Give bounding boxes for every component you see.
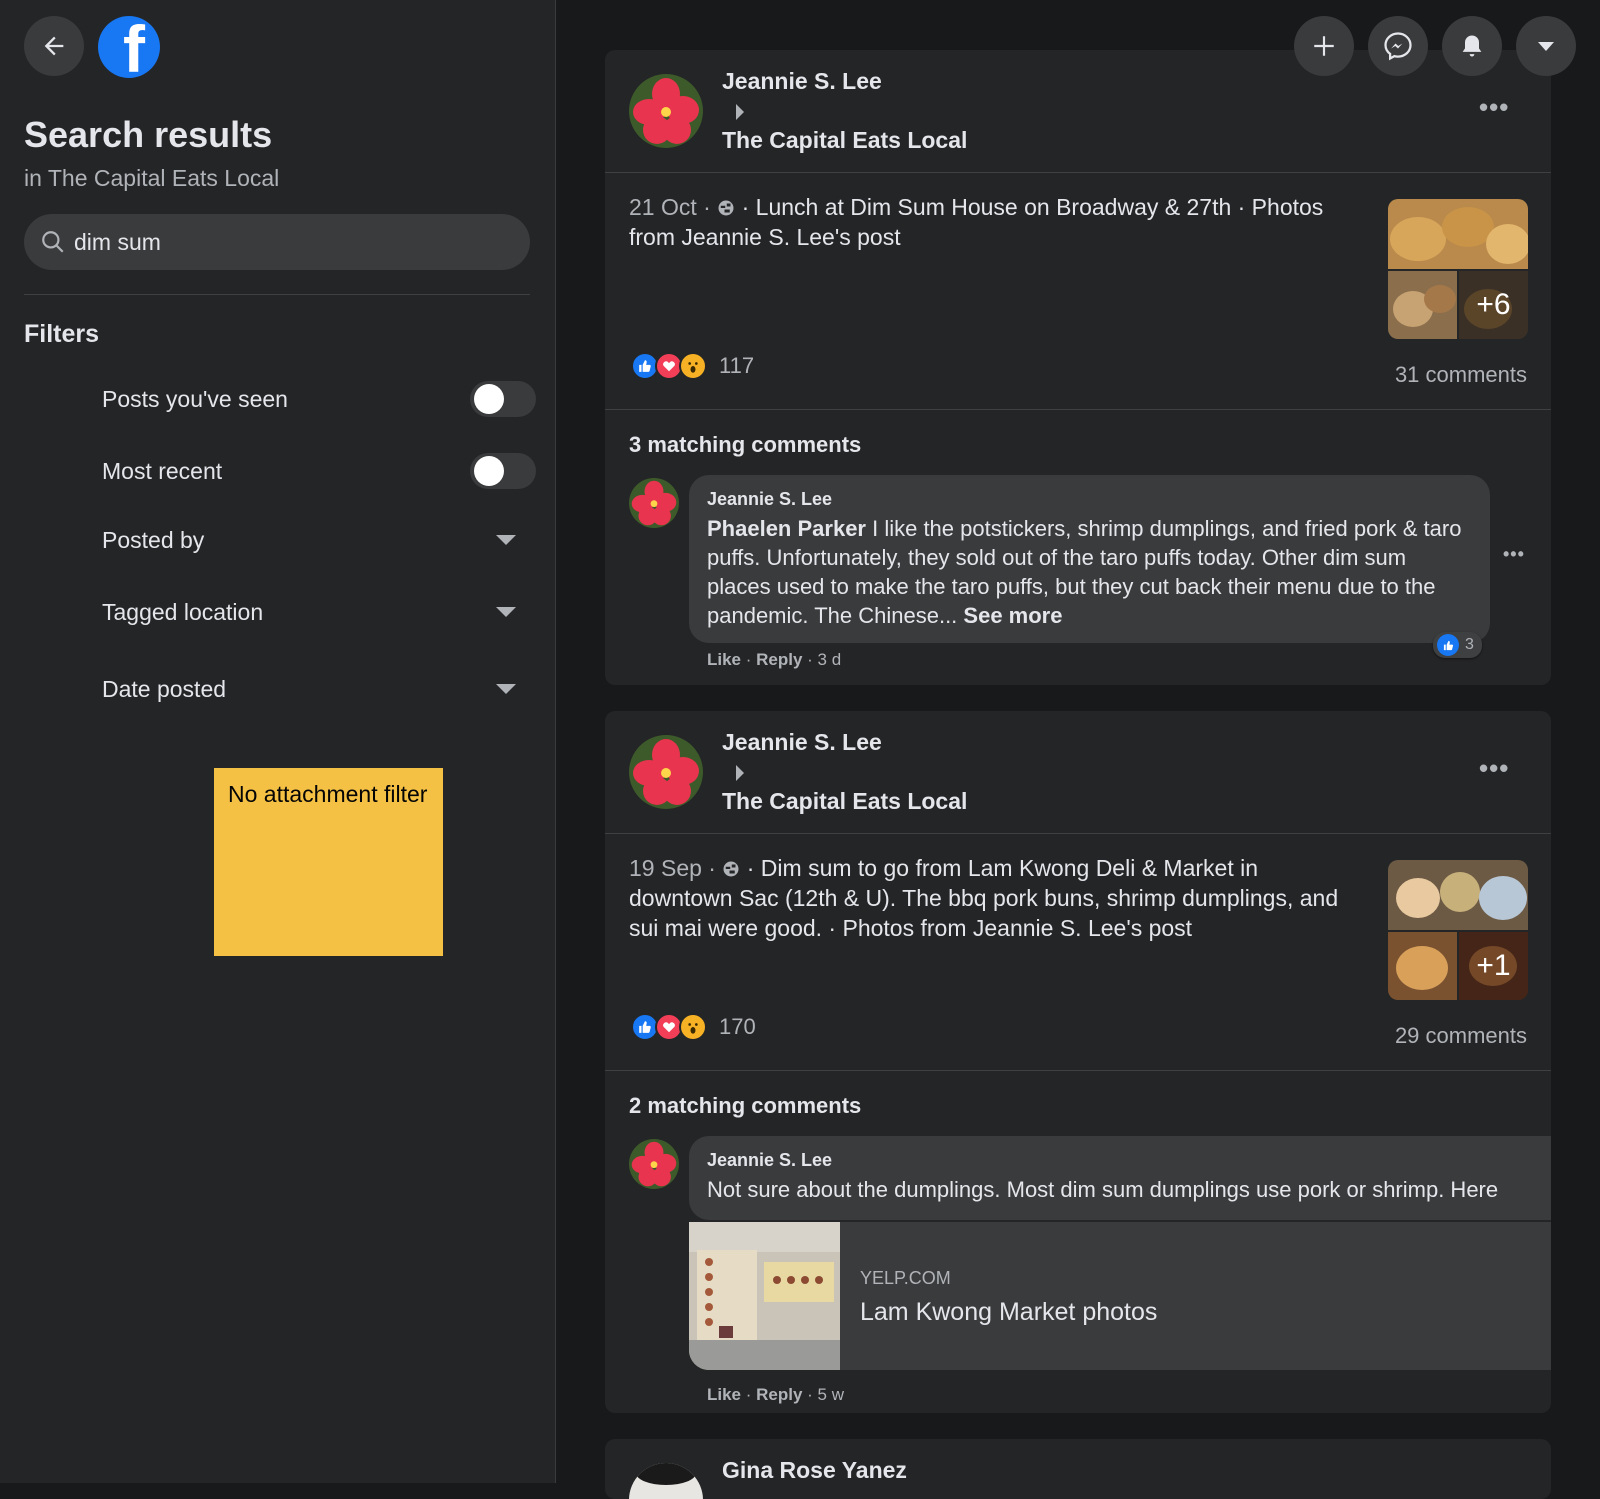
like-icon — [1437, 634, 1459, 656]
post-date: 21 Oct — [629, 194, 697, 220]
photo-more-count: +1 — [1476, 949, 1511, 982]
caret-down-icon — [496, 535, 516, 545]
post-card: Jeannie S. Lee The Capital Eats Local ••… — [605, 711, 1551, 1413]
play-arrow-icon — [736, 765, 744, 781]
globe-icon — [723, 861, 739, 877]
comment-count[interactable]: 31 comments — [1395, 362, 1527, 388]
post-card: Jeannie S. Lee The Capital Eats Local ••… — [605, 50, 1551, 685]
facebook-logo-icon[interactable]: f — [98, 16, 160, 78]
search-icon — [42, 231, 64, 253]
filters-heading: Filters — [24, 320, 100, 348]
avatar[interactable] — [629, 74, 703, 148]
more-icon[interactable]: ••• — [1479, 92, 1509, 123]
reactions[interactable]: 170 — [631, 1013, 756, 1041]
mention[interactable]: Phaelen Parker — [707, 516, 866, 541]
link-domain: YELP.COM — [860, 1268, 951, 1288]
filter-posted-by[interactable]: Posted by — [102, 515, 536, 565]
wow-icon — [679, 352, 707, 380]
caret-down-icon — [496, 607, 516, 617]
photo-grid[interactable]: +6 — [1388, 199, 1528, 339]
post-text[interactable]: 19 Sep · · Dim sum to go from Lam Kwong … — [629, 853, 1349, 943]
page-subtitle: in The Capital Eats Local — [24, 165, 280, 191]
comment-actions: Like · Reply · 3 d — [707, 650, 842, 669]
reaction-count: 117 — [719, 353, 755, 378]
commenter-avatar[interactable] — [629, 1139, 679, 1189]
link-title[interactable]: Lam Kwong Market photos — [860, 1298, 1157, 1327]
post-author[interactable]: Gina Rose Yanez — [722, 1457, 907, 1484]
filter-date-posted[interactable]: Date posted — [102, 664, 536, 714]
comment-actions: Like · Reply · 5 w — [707, 1385, 845, 1404]
create-button[interactable] — [1294, 16, 1354, 76]
post-date: 19 Sep — [629, 855, 702, 881]
sidebar: f Search results in The Capital Eats Loc… — [0, 0, 556, 1483]
search-input[interactable] — [74, 228, 514, 256]
post-card: Gina Rose Yanez — [605, 1439, 1551, 1499]
filter-label: Date posted — [102, 675, 227, 702]
back-button[interactable] — [24, 16, 84, 76]
comment-text: Not sure about the dumplings. Most dim s… — [707, 1177, 1499, 1202]
most-recent-toggle[interactable] — [470, 453, 536, 489]
sticky-note: No attachment filter — [214, 768, 443, 956]
posts-seen-toggle[interactable] — [470, 381, 536, 417]
post-group[interactable]: The Capital Eats Local — [722, 788, 967, 815]
messenger-button[interactable] — [1368, 16, 1428, 76]
post-author[interactable]: Jeannie S. Lee — [722, 68, 882, 95]
link-thumbnail — [689, 1222, 840, 1370]
like-link[interactable]: Like — [707, 1385, 741, 1404]
matching-comments-heading: 3 matching comments — [629, 432, 862, 457]
comment-time: 3 d — [817, 650, 842, 669]
caret-down-icon — [496, 684, 516, 694]
see-more-link[interactable]: See more — [963, 603, 1062, 628]
reactions[interactable]: 117 — [631, 352, 754, 380]
avatar[interactable] — [629, 1463, 703, 1499]
search-field[interactable] — [24, 214, 530, 270]
photo-grid[interactable]: +1 — [1388, 860, 1528, 1000]
bell-icon — [1462, 35, 1482, 57]
more-icon[interactable]: ••• — [1479, 753, 1509, 784]
wow-icon — [679, 1013, 707, 1041]
avatar[interactable] — [629, 735, 703, 809]
filter-label: Most recent — [102, 457, 223, 484]
globe-icon — [718, 200, 734, 216]
notifications-button[interactable] — [1442, 16, 1502, 76]
play-arrow-icon — [736, 104, 744, 120]
post-author[interactable]: Jeannie S. Lee — [722, 729, 882, 756]
messenger-icon — [1384, 32, 1412, 61]
plus-icon — [1314, 36, 1334, 56]
divider — [605, 833, 1551, 834]
account-menu-button[interactable] — [1516, 16, 1576, 76]
divider — [605, 1070, 1551, 1071]
post-group[interactable]: The Capital Eats Local — [722, 127, 967, 154]
comment-text: Phaelen Parker I like the potstickers, s… — [707, 516, 1462, 628]
comment-like-badge[interactable]: 3 — [1433, 632, 1482, 658]
comment-time: 5 w — [817, 1385, 845, 1404]
like-link[interactable]: Like — [707, 650, 741, 669]
back-arrow-icon — [44, 36, 64, 56]
comment-bubble[interactable]: Jeannie S. Lee Not sure about the dumpli… — [689, 1136, 1551, 1220]
matching-comments-heading: 2 matching comments — [629, 1093, 862, 1118]
comment-author[interactable]: Jeannie S. Lee — [707, 1150, 1551, 1171]
divider — [605, 172, 1551, 173]
comment-bubble[interactable]: Jeannie S. Lee Phaelen Parker I like the… — [689, 475, 1490, 643]
reply-link[interactable]: Reply — [756, 1385, 802, 1404]
link-preview[interactable]: YELP.COM Lam Kwong Market photos — [689, 1222, 1551, 1370]
divider — [24, 294, 530, 295]
comment-author[interactable]: Jeannie S. Lee — [707, 489, 1472, 510]
caret-down-icon — [1538, 42, 1554, 51]
filter-posts-seen[interactable]: Posts you've seen — [102, 374, 536, 424]
reply-link[interactable]: Reply — [756, 650, 802, 669]
page-title: Search results — [24, 114, 273, 155]
divider — [605, 409, 1551, 410]
comment-more-icon[interactable]: ••• — [1503, 544, 1525, 565]
comment-count[interactable]: 29 comments — [1395, 1023, 1527, 1049]
commenter-avatar[interactable] — [629, 478, 679, 528]
filter-label: Posted by — [102, 526, 205, 553]
filter-tagged-location[interactable]: Tagged location — [102, 587, 536, 637]
photo-more-count: +6 — [1476, 288, 1511, 321]
post-text[interactable]: 21 Oct · · Lunch at Dim Sum House on Bro… — [629, 192, 1349, 252]
filter-label: Tagged location — [102, 598, 264, 625]
filter-most-recent[interactable]: Most recent — [102, 446, 536, 496]
filter-label: Posts you've seen — [102, 385, 288, 412]
reaction-count: 170 — [719, 1014, 756, 1039]
